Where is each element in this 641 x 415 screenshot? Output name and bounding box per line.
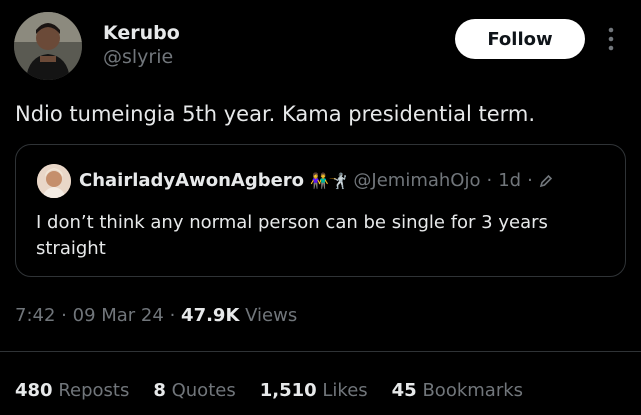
separator-dot: · — [486, 170, 493, 191]
likes-label: Likes — [322, 380, 368, 401]
author-handle[interactable]: @slyrie — [103, 46, 180, 68]
quoted-header: ChairladyAwonAgbero 👫🤺 @JemimahOjo · 1d … — [79, 169, 553, 193]
stat-likes[interactable]: 1,510 Likes — [260, 380, 368, 401]
engagement-stats: 480 Reposts 8 Quotes 1,510 Likes 45 Book… — [15, 380, 523, 401]
quoted-time[interactable]: 1d — [498, 169, 521, 193]
quoted-name-emoji: 👫🤺 — [310, 172, 348, 190]
quoted-avatar[interactable] — [37, 164, 71, 198]
stat-reposts[interactable]: 480 Reposts — [15, 380, 129, 401]
reposts-label: Reposts — [58, 380, 130, 401]
quotes-label: Quotes — [171, 380, 236, 401]
quoted-name[interactable]: ChairladyAwonAgbero — [79, 169, 304, 193]
quoted-profile-photo-icon — [37, 164, 71, 198]
views-count: 47.9K — [181, 305, 240, 326]
author-info: Kerubo @slyrie — [103, 22, 180, 68]
post-date[interactable]: 09 Mar 24 — [73, 305, 164, 326]
tweet-text: Ndio tumeingia 5th year. Kama presidenti… — [15, 102, 536, 126]
separator-dot: · — [169, 305, 176, 326]
post-time[interactable]: 7:42 — [15, 305, 55, 326]
divider — [0, 351, 641, 352]
author-name[interactable]: Kerubo — [103, 22, 180, 44]
reposts-count: 480 — [15, 380, 53, 401]
tweet-meta: 7:42 · 09 Mar 24 · 47.9K Views — [15, 305, 297, 326]
likes-count: 1,510 — [259, 380, 317, 401]
follow-button[interactable]: Follow — [455, 19, 585, 59]
more-options-icon[interactable] — [604, 26, 618, 52]
stat-quotes[interactable]: 8 Quotes — [153, 380, 235, 401]
author-avatar[interactable] — [14, 12, 82, 80]
quoted-handle[interactable]: @JemimahOjo — [353, 169, 480, 193]
bookmarks-label: Bookmarks — [422, 380, 524, 401]
stat-bookmarks[interactable]: 45 Bookmarks — [392, 380, 523, 401]
quotes-count: 8 — [153, 380, 166, 401]
separator-dot: · — [61, 305, 67, 326]
quoted-text: I don’t think any normal person can be s… — [36, 212, 548, 259]
quoted-tweet[interactable]: ChairladyAwonAgbero 👫🤺 @JemimahOjo · 1d … — [15, 144, 626, 277]
bookmarks-count: 45 — [391, 380, 417, 401]
views-label: Views — [245, 305, 298, 326]
separator-dot: · — [527, 170, 533, 191]
profile-photo-icon — [14, 12, 82, 80]
edited-pencil-icon — [539, 174, 552, 188]
